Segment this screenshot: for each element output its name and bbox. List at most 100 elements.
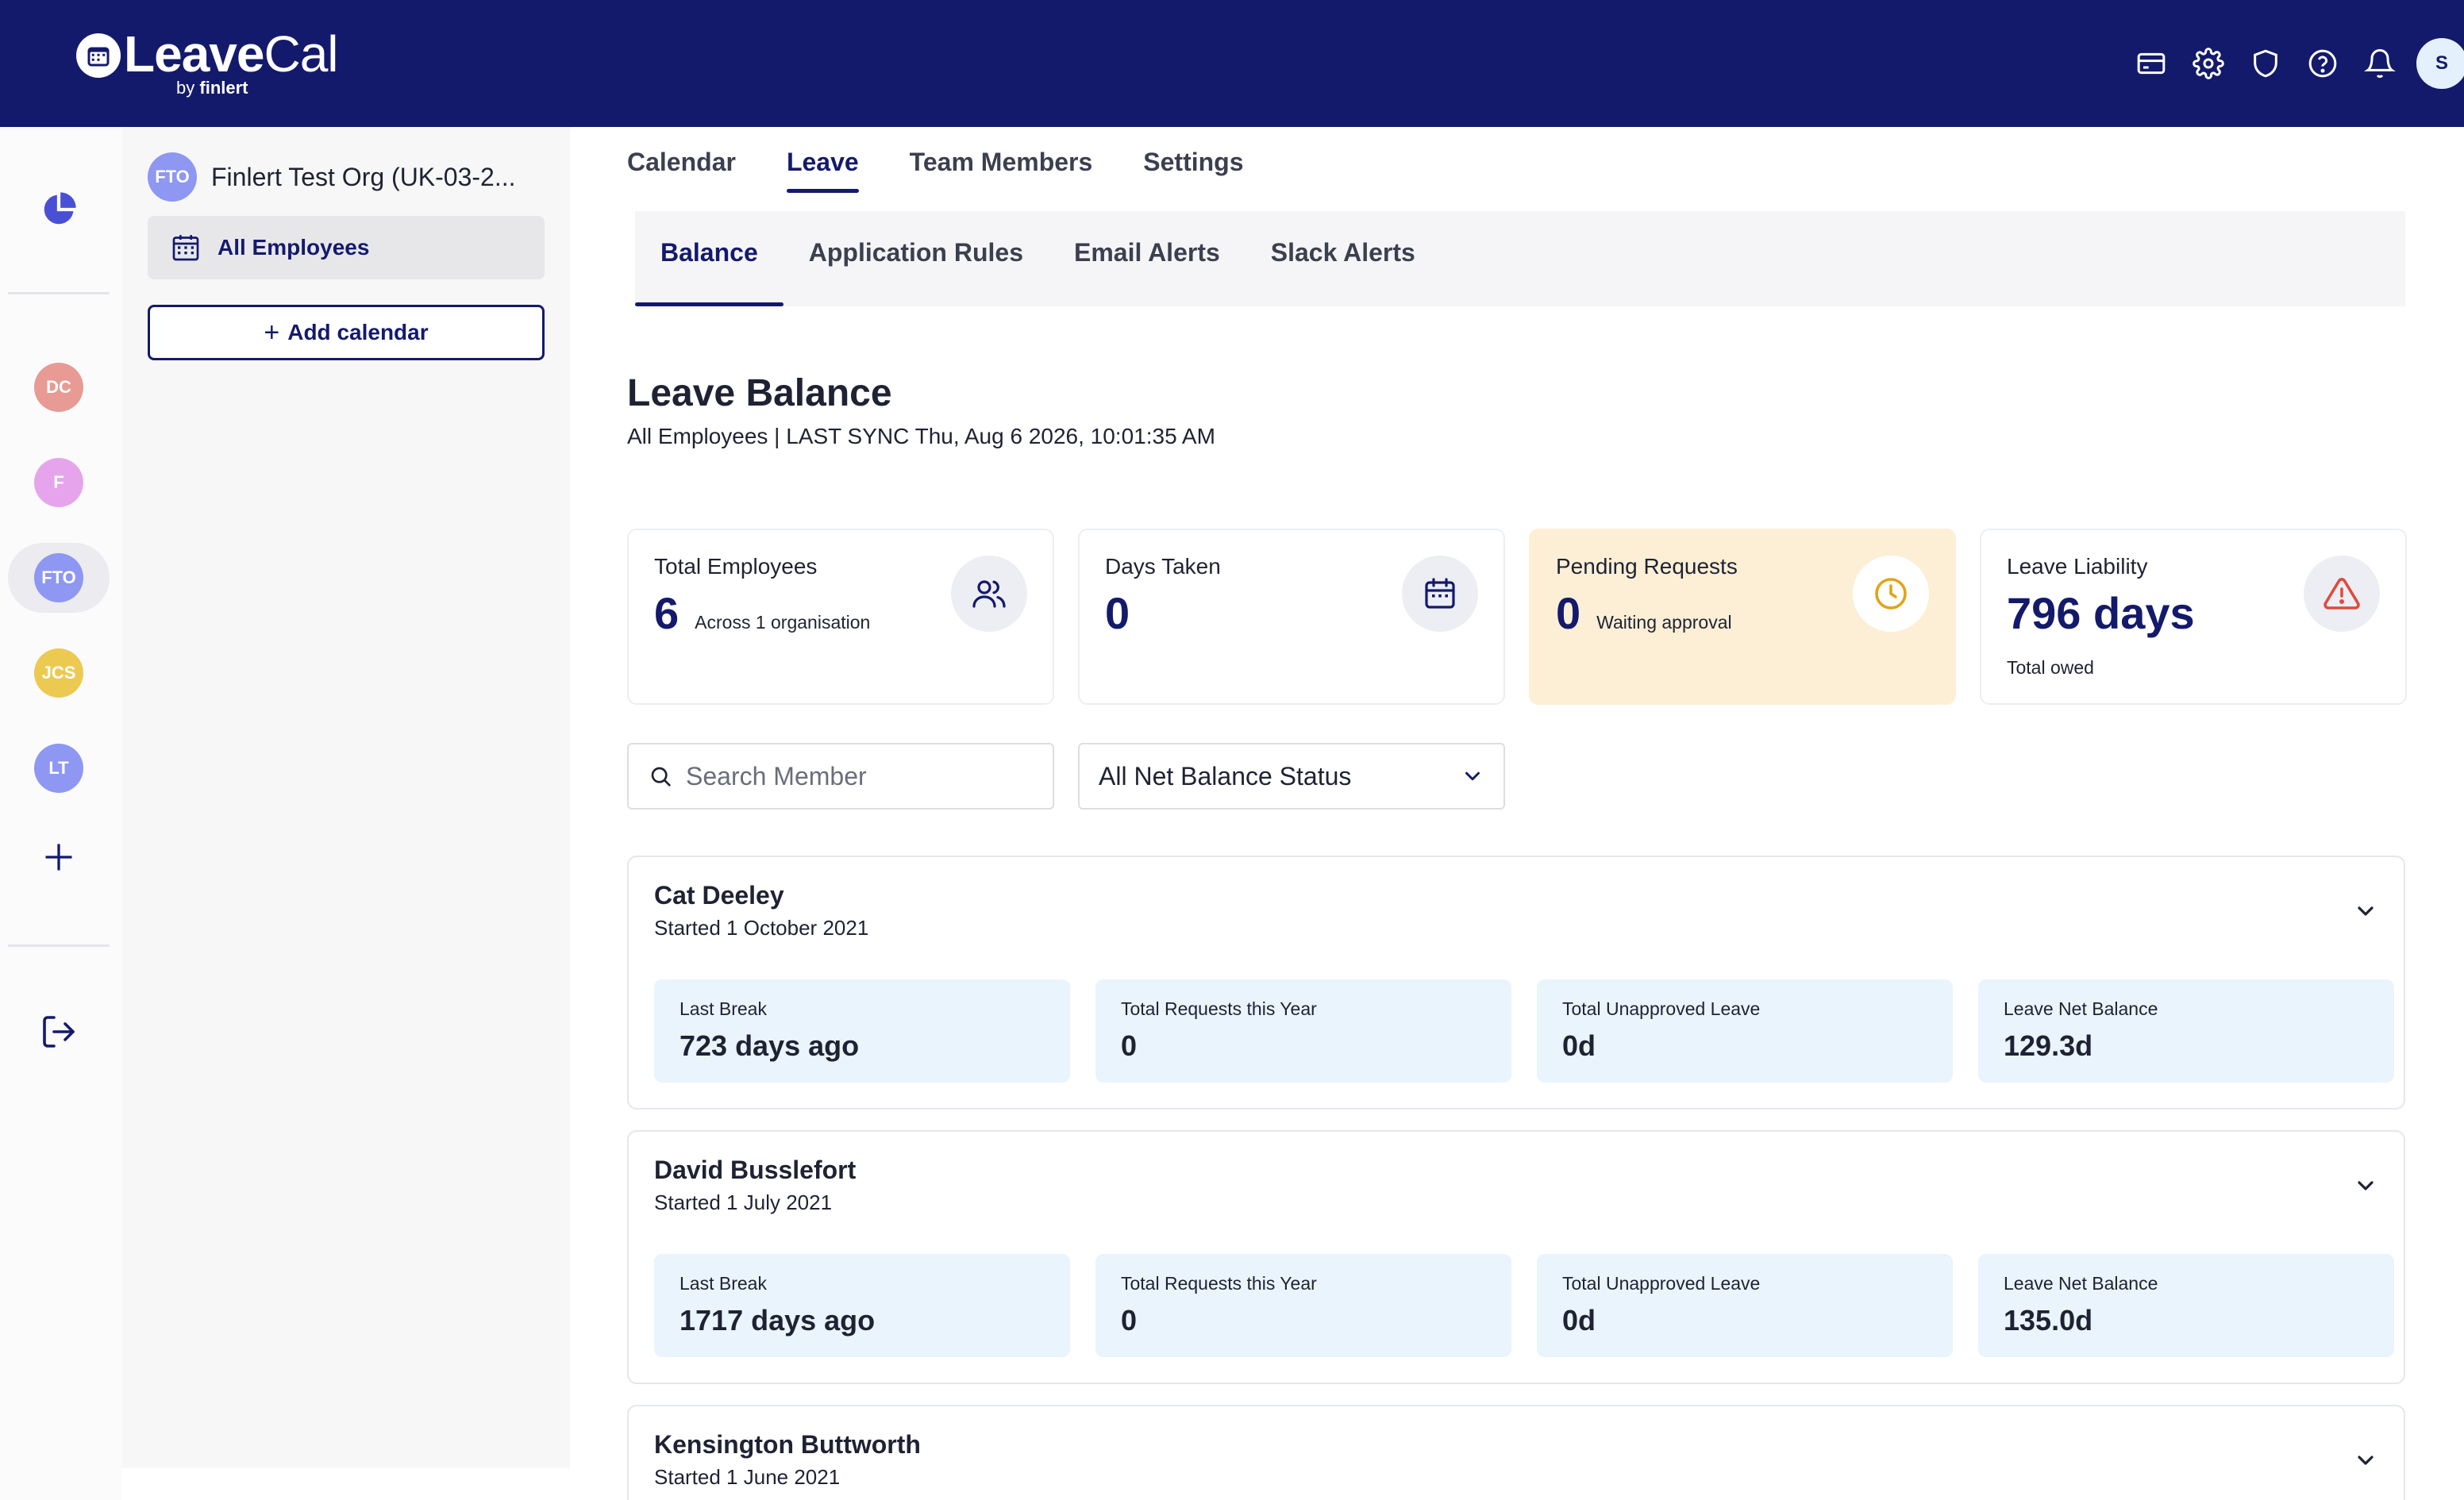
metric-value: 0d	[1562, 1304, 1596, 1337]
subtab-slack-alerts[interactable]: Slack Alerts	[1245, 205, 1441, 300]
search-input[interactable]	[686, 761, 1035, 791]
member-card[interactable]: Kensington Buttworth Started 1 June 2021	[627, 1405, 2405, 1500]
stat-card-total-employees: Total Employees 6 Across 1 organisation	[627, 529, 1054, 705]
member-card[interactable]: David Busslefort Started 1 July 2021 Las…	[627, 1130, 2405, 1384]
stat-label: Total Employees	[654, 554, 818, 579]
tab-leave[interactable]: Leave	[786, 148, 859, 193]
metric-value: 0d	[1562, 1029, 1596, 1062]
bell-icon[interactable]	[2351, 35, 2408, 92]
leave-subtabs: Balance Application Rules Email Alerts S…	[635, 211, 2405, 306]
brand-name-bold: Leave	[124, 25, 264, 83]
org-avatar: F	[34, 458, 83, 507]
logout-icon[interactable]	[8, 997, 110, 1067]
top-header: LeaveCal by finlert S	[0, 0, 2464, 127]
calendar-icon	[1402, 556, 1478, 632]
stat-label: Days Taken	[1105, 554, 1221, 579]
stat-note: Across 1 organisation	[695, 612, 871, 633]
stat-label: Pending Requests	[1556, 554, 1738, 579]
rail-divider	[8, 292, 110, 294]
stat-value: 0	[1556, 588, 1581, 638]
metric-last-break: Last Break 1717 days ago	[654, 1254, 1070, 1357]
org-rail: DC F FTO JCS LT	[0, 127, 122, 1500]
add-org-icon[interactable]	[8, 822, 110, 892]
tab-calendar[interactable]: Calendar	[627, 148, 736, 193]
metric-value: 135.0d	[2004, 1304, 2093, 1337]
leavecal-logo[interactable]: LeaveCal by finlert	[76, 29, 339, 98]
org-item-fto[interactable]: FTO	[8, 543, 110, 613]
tab-team-members[interactable]: Team Members	[910, 148, 1093, 193]
metric-total-requests: Total Requests this Year 0	[1095, 1254, 1511, 1357]
add-calendar-button[interactable]: + Add calendar	[148, 305, 545, 360]
metric-last-break: Last Break 723 days ago	[654, 979, 1070, 1083]
stat-card-days-taken: Days Taken 0	[1078, 529, 1505, 705]
member-name: Kensington Buttworth	[654, 1430, 921, 1459]
users-icon	[951, 556, 1027, 632]
org-name: Finlert Test Org (UK-03-2...	[211, 162, 516, 191]
net-balance-status-select[interactable]: All Net Balance Status	[1078, 743, 1505, 810]
metric-value: 723 days ago	[680, 1029, 860, 1062]
stat-note: Total owed	[2007, 657, 2094, 678]
member-start-date: Started 1 June 2021	[654, 1465, 841, 1489]
org-avatar: FTO	[34, 553, 83, 602]
chevron-down-icon[interactable]	[2353, 1173, 2378, 1198]
org-item-lt[interactable]: LT	[8, 733, 110, 803]
metric-label: Leave Net Balance	[2004, 1273, 2158, 1294]
brand-sub: finlert	[199, 78, 248, 98]
org-header[interactable]: FTO Finlert Test Org (UK-03-2...	[148, 152, 516, 202]
calendar-item-label: All Employees	[218, 235, 370, 260]
tab-settings[interactable]: Settings	[1143, 148, 1243, 193]
metric-label: Last Break	[680, 998, 767, 1019]
page-subtitle: All Employees | LAST SYNC Thu, Aug 6 202…	[627, 424, 1215, 448]
metric-net-balance: Leave Net Balance 129.3d	[1978, 979, 2394, 1083]
rail-divider	[8, 944, 110, 947]
chevron-down-icon[interactable]	[2353, 1448, 2378, 1473]
stats-row: Total Employees 6 Across 1 organisation …	[627, 529, 2407, 705]
subtab-balance[interactable]: Balance	[635, 205, 783, 306]
user-avatar[interactable]: S	[2416, 38, 2464, 89]
metric-unapproved-leave: Total Unapproved Leave 0d	[1537, 1254, 1953, 1357]
stat-note: Waiting approval	[1596, 612, 1732, 633]
metric-label: Total Requests this Year	[1121, 998, 1317, 1019]
shield-icon[interactable]	[2237, 35, 2294, 92]
org-item-jcs[interactable]: JCS	[8, 638, 110, 708]
calendar-item-all-employees[interactable]: All Employees	[148, 216, 545, 279]
org-item-dc[interactable]: DC	[8, 352, 110, 422]
metric-label: Total Requests this Year	[1121, 1273, 1317, 1294]
member-start-date: Started 1 July 2021	[654, 1190, 833, 1214]
add-calendar-label: Add calendar	[287, 320, 429, 344]
metric-label: Total Unapproved Leave	[1562, 998, 1761, 1019]
card-icon[interactable]	[2123, 35, 2180, 92]
chevron-down-icon[interactable]	[2353, 898, 2378, 924]
org-avatar: DC	[34, 363, 83, 412]
stat-value: 6	[654, 588, 680, 638]
stat-card-pending-requests: Pending Requests 0 Waiting approval	[1529, 529, 1956, 705]
stat-card-leave-liability: Leave Liability 796 days Total owed	[1980, 529, 2407, 705]
gear-icon[interactable]	[2180, 35, 2237, 92]
search-member-field[interactable]	[627, 743, 1054, 810]
org-item-f[interactable]: F	[8, 448, 110, 517]
org-avatar: JCS	[34, 648, 83, 698]
metric-unapproved-leave: Total Unapproved Leave 0d	[1537, 979, 1953, 1083]
org-badge: FTO	[148, 152, 197, 202]
member-name: Cat Deeley	[654, 881, 784, 910]
search-icon	[651, 767, 671, 787]
org-avatar: LT	[34, 744, 83, 793]
member-card[interactable]: Cat Deeley Started 1 October 2021 Last B…	[627, 856, 2405, 1110]
brand-name-light: Cal	[264, 25, 338, 83]
metric-label: Total Unapproved Leave	[1562, 1273, 1761, 1294]
metric-label: Leave Net Balance	[2004, 998, 2158, 1019]
metric-net-balance: Leave Net Balance 135.0d	[1978, 1254, 2394, 1357]
plus-icon: +	[264, 317, 280, 348]
calendar-panel: FTO Finlert Test Org (UK-03-2... All Emp…	[122, 127, 570, 1468]
help-icon[interactable]	[2294, 35, 2351, 92]
dashboard-pie-icon[interactable]	[8, 175, 110, 244]
alert-icon	[2304, 556, 2380, 632]
stat-value: 0	[1105, 588, 1130, 638]
subtab-email-alerts[interactable]: Email Alerts	[1049, 205, 1245, 300]
calendar-grid-icon	[172, 235, 199, 261]
metric-value: 129.3d	[2004, 1029, 2093, 1062]
subtab-application-rules[interactable]: Application Rules	[783, 205, 1049, 300]
chevron-down-icon	[1465, 771, 1480, 781]
main-tabs: Calendar Leave Team Members Settings	[627, 148, 1295, 193]
calendar-logo-icon	[76, 33, 121, 78]
